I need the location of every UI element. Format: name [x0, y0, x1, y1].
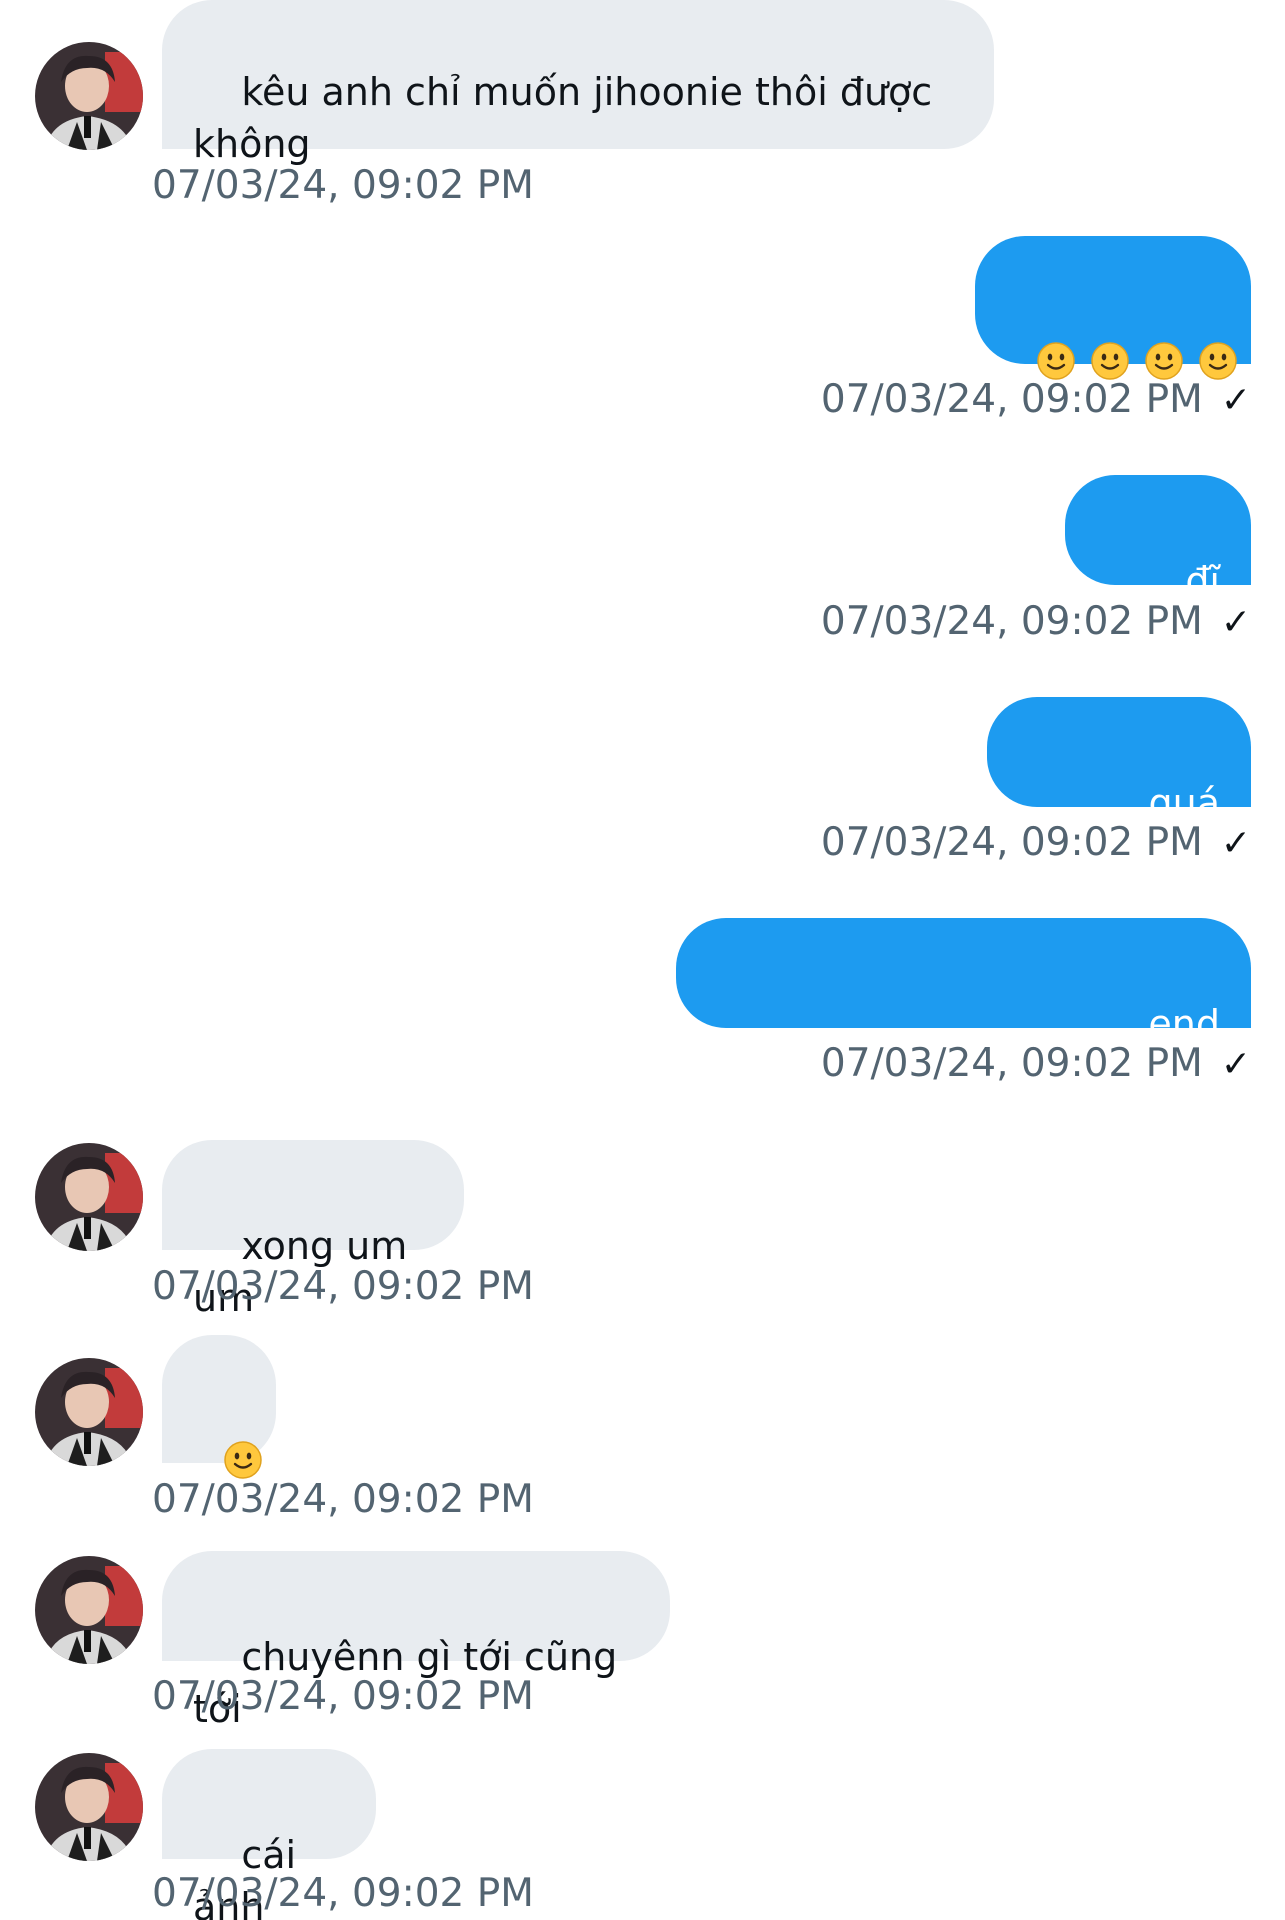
message-timestamp-row: 07/03/24, 09:02 PM ✓ — [821, 1040, 1251, 1089]
message-timestamp: 07/03/24, 09:02 PM — [152, 1477, 534, 1522]
message-text: kêu anh chỉ muốn jihoonie thôi được khôn… — [193, 70, 933, 166]
emoji-row — [1029, 336, 1245, 380]
message-bubble[interactable]: quá shock — [987, 697, 1251, 877]
message-bubble[interactable] — [162, 1335, 276, 1479]
sent-check-icon: ✓ — [1220, 823, 1251, 864]
slightly-smiling-face-icon — [1199, 341, 1237, 380]
message-bubble[interactable] — [975, 236, 1251, 380]
message-timestamp: 07/03/24, 09:02 PM — [152, 1871, 534, 1916]
message-timestamp-row: 07/03/24, 09:02 PM ✓ — [821, 819, 1251, 868]
emoji-row — [216, 1435, 270, 1479]
message-bubble[interactable]: kêu anh chỉ muốn jihoonie thôi được khôn… — [162, 0, 994, 166]
slightly-smiling-face-icon — [1091, 341, 1129, 380]
sent-check-icon: ✓ — [1220, 380, 1251, 421]
avatar-image — [35, 1556, 143, 1664]
message-bubble[interactable]: xong um um — [162, 1140, 464, 1320]
avatar-image — [35, 1143, 143, 1251]
avatar[interactable] — [35, 1556, 143, 1664]
message-bubble[interactable]: cái ảnh — [162, 1749, 376, 1920]
sent-check-icon: ✓ — [1220, 1044, 1251, 1085]
message-bubble[interactable]: chuyênn gì tới cũng tới — [162, 1551, 670, 1731]
message-timestamp: 07/03/24, 09:02 PM — [152, 163, 534, 208]
sent-check-icon: ✓ — [1220, 602, 1251, 643]
message-timestamp: 07/03/24, 09:02 PM — [820, 599, 1203, 644]
message-bubble[interactable]: ẹnd djendnamamamznnxx — [676, 918, 1251, 1098]
message-timestamp: 07/03/24, 09:02 PM — [820, 377, 1203, 422]
slightly-smiling-face-icon — [224, 1440, 262, 1479]
avatar[interactable] — [35, 1358, 143, 1466]
slightly-smiling-face-icon — [1145, 341, 1183, 380]
avatar[interactable] — [35, 42, 143, 150]
message-timestamp-row: 07/03/24, 09:02 PM ✓ — [821, 598, 1251, 647]
message-timestamp-row: 07/03/24, 09:02 PM ✓ — [821, 376, 1251, 425]
avatar[interactable] — [35, 1143, 143, 1251]
avatar-image — [35, 1753, 143, 1861]
message-timestamp: 07/03/24, 09:02 PM — [820, 820, 1203, 865]
message-timestamp: 07/03/24, 09:02 PM — [820, 1041, 1203, 1086]
avatar-image — [35, 42, 143, 150]
message-bubble[interactable]: đĩ mẹ — [1065, 475, 1251, 655]
slightly-smiling-face-icon — [1037, 341, 1075, 380]
message-timestamp: 07/03/24, 09:02 PM — [152, 1264, 534, 1309]
avatar[interactable] — [35, 1753, 143, 1861]
avatar-image — [35, 1358, 143, 1466]
message-timestamp: 07/03/24, 09:02 PM — [152, 1674, 534, 1719]
